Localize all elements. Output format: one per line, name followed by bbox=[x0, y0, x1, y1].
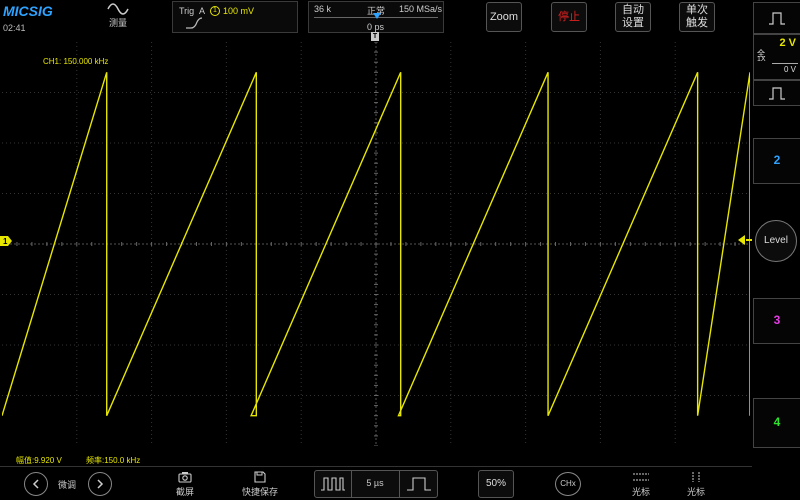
measure-button[interactable]: 测量 bbox=[103, 2, 133, 30]
graticule bbox=[2, 42, 750, 446]
clock: 02:41 bbox=[3, 23, 26, 33]
vertical-cursor-button[interactable]: 光标 bbox=[681, 471, 711, 498]
sine-wave-icon bbox=[107, 3, 129, 15]
amplitude-measurement: 幅值:9.920 V bbox=[16, 456, 62, 465]
pulse-icon bbox=[769, 12, 785, 25]
trigger-position-icon[interactable]: T bbox=[371, 32, 379, 41]
bottom-divider bbox=[0, 466, 752, 467]
auto-setup-label-2: 设置 bbox=[622, 17, 644, 29]
acquisition-panel[interactable]: 36 k 正常 150 MSa/s 0 ps bbox=[308, 1, 444, 33]
single-trigger-button[interactable]: 单次 触发 bbox=[679, 2, 715, 32]
channel-1-settings[interactable]: 2 V 全 1X 0 V bbox=[753, 34, 800, 80]
memory-depth: 36 k bbox=[314, 4, 332, 14]
screenshot-label: 截屏 bbox=[175, 487, 194, 497]
vertical-cursor-icon bbox=[692, 472, 700, 482]
screenshot-button[interactable]: 截屏 bbox=[172, 471, 198, 498]
fine-adjust-control: 微调 bbox=[24, 472, 112, 496]
expanded-pulse-icon[interactable] bbox=[405, 476, 433, 492]
ch3-label: 3 bbox=[773, 313, 781, 327]
sample-rate: 150 MSa/s bbox=[399, 4, 443, 14]
ch1-frequency-readout: CH1: 150.000 kHz bbox=[43, 57, 109, 66]
vertical-cursor-label: 光标 bbox=[686, 487, 705, 497]
chevron-right-icon bbox=[97, 479, 104, 489]
timebase-divider bbox=[399, 471, 400, 497]
zoom-button[interactable]: Zoom bbox=[486, 2, 522, 32]
timebase-value[interactable]: 5 µs bbox=[351, 478, 399, 488]
channel-4-button[interactable]: 4 bbox=[753, 398, 800, 448]
trigger-channel-badge: 1 bbox=[210, 6, 220, 16]
pulse-icon bbox=[769, 87, 785, 100]
ch1-offset: 0 V bbox=[783, 65, 796, 74]
timebase-control: 5 µs bbox=[314, 470, 438, 498]
ch1-probe: 1X bbox=[757, 56, 766, 63]
frequency-measurement: 频率:150.0 kHz bbox=[86, 456, 141, 465]
ch1-ground-marker-label: 1 bbox=[3, 237, 8, 246]
waveform-display[interactable] bbox=[2, 42, 750, 446]
fine-adjust-label: 微调 bbox=[58, 480, 77, 490]
measure-label: 测量 bbox=[108, 18, 127, 28]
fine-decrease-button[interactable] bbox=[24, 472, 48, 496]
trigger-level: 100 mV bbox=[223, 6, 255, 16]
trigger-delay: 0 ps bbox=[367, 22, 385, 32]
camera-icon bbox=[178, 472, 192, 483]
auto-setup-label-1: 自动 bbox=[622, 4, 644, 16]
single-trigger-label-2: 触发 bbox=[686, 17, 708, 29]
trigger-position-marker[interactable] bbox=[373, 13, 381, 19]
horizontal-cursor-icon bbox=[633, 473, 649, 481]
rising-edge-icon bbox=[186, 17, 203, 29]
channel-2-button[interactable]: 2 bbox=[753, 138, 800, 184]
level-button[interactable]: Level bbox=[755, 220, 797, 262]
compressed-pulse-icon[interactable] bbox=[319, 476, 347, 492]
auto-setup-button[interactable]: 自动 设置 bbox=[615, 2, 651, 32]
horizontal-cursor-label: 光标 bbox=[631, 487, 650, 497]
trigger-level-marker[interactable] bbox=[738, 234, 752, 246]
logo-text: MICSIG bbox=[3, 3, 53, 19]
trigger-source: A bbox=[199, 6, 206, 16]
channel-select-button[interactable]: CHx bbox=[555, 472, 581, 496]
trigger-label: Trig bbox=[179, 6, 195, 16]
fifty-percent-button[interactable]: 50% bbox=[478, 470, 514, 498]
channel-3-button[interactable]: 3 bbox=[753, 298, 800, 344]
pulse-mode-button[interactable] bbox=[753, 2, 800, 34]
trigger-settings[interactable]: Trig A 1 100 mV bbox=[172, 1, 298, 33]
micsig-logo: MICSIG bbox=[3, 3, 53, 19]
chevron-left-icon bbox=[32, 479, 39, 489]
ch1-ground-marker[interactable]: 1 bbox=[0, 236, 12, 246]
save-icon bbox=[254, 471, 266, 483]
stop-button[interactable]: 停止 bbox=[551, 2, 587, 32]
quick-save-button[interactable]: 快捷保存 bbox=[240, 471, 280, 498]
ch1-divider bbox=[772, 63, 798, 64]
quick-save-label: 快捷保存 bbox=[241, 487, 278, 497]
fine-increase-button[interactable] bbox=[88, 472, 112, 496]
ch2-label: 2 bbox=[773, 153, 781, 167]
horizontal-cursor-button[interactable]: 光标 bbox=[626, 471, 656, 498]
ch4-label: 4 bbox=[773, 415, 781, 429]
single-trigger-label-1: 单次 bbox=[686, 4, 708, 16]
pulse-mode-button-2[interactable] bbox=[753, 80, 800, 106]
